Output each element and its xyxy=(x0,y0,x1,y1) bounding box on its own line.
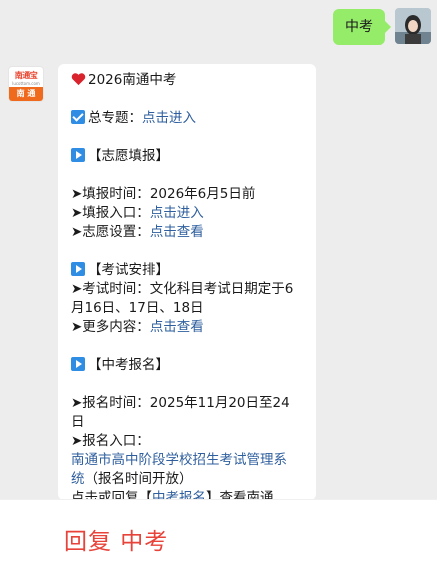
topic-line: 总专题：点击进入 xyxy=(71,109,308,128)
section-heading: 【考试安排】 xyxy=(71,261,308,280)
bot-message-bubble: 2026南通中考 总专题：点击进入 【志愿填报】 ➤填报时间：2026年6月5日… xyxy=(58,64,316,500)
fill-entry-line: ➤填报入口：点击进入 xyxy=(71,205,204,221)
bot-avatar[interactable]: 南通宝 lucottom.com 南 通 xyxy=(8,66,44,102)
register-time-line-cont: 日 xyxy=(71,414,85,430)
topic-link[interactable]: 点击进入 xyxy=(142,110,196,126)
system-link-cont[interactable]: 统 xyxy=(71,471,85,487)
check-icon xyxy=(71,110,85,124)
play-icon xyxy=(71,148,85,162)
bot-avatar-city: 南 通 xyxy=(9,87,43,101)
section-heading: 【中考报名】 xyxy=(71,356,308,375)
register-entry-line: ➤报名入口： xyxy=(71,433,150,449)
settings-line: ➤志愿设置：点击查看 xyxy=(71,224,204,240)
play-icon xyxy=(71,262,85,276)
user-message-bubble[interactable]: 中考 xyxy=(333,9,391,45)
system-note: （报名时间开放） xyxy=(84,471,193,487)
user-avatar-image xyxy=(395,8,431,44)
message-title: 2026南通中考 xyxy=(88,72,177,88)
fill-entry-link[interactable]: 点击进入 xyxy=(150,205,204,221)
topic-label: 总专题： xyxy=(88,110,142,126)
heart-icon xyxy=(71,73,86,86)
settings-link[interactable]: 点击查看 xyxy=(150,224,204,240)
play-icon xyxy=(71,357,85,371)
register-time-line: ➤报名时间：2025年11月20日至24 xyxy=(71,395,290,411)
exam-time-line: ➤考试时间：文化科目考试日期定于6 xyxy=(71,281,294,297)
bot-avatar-url: lucottom.com xyxy=(12,81,40,86)
bottom-reply-text: 回复 中考 xyxy=(64,529,169,555)
system-link[interactable]: 南通市高中阶段学校招生考试管理系 xyxy=(71,451,308,470)
bottom-bar[interactable]: 回复 中考 xyxy=(0,499,437,567)
message-title-line: 2026南通中考 xyxy=(71,71,308,90)
bot-avatar-logo: 南通宝 xyxy=(14,71,38,80)
more-content-link[interactable]: 点击查看 xyxy=(150,319,204,335)
fill-time-line: ➤填报时间：2026年6月5日前 xyxy=(71,186,256,202)
user-message-row: 中考 xyxy=(333,8,431,45)
more-content-line: ➤更多内容：点击查看 xyxy=(71,319,204,335)
exam-time-line-cont: 月16日、17日、18日 xyxy=(71,300,204,316)
user-avatar[interactable] xyxy=(395,8,431,44)
system-link-line-cont: 统（报名时间开放） xyxy=(71,470,308,489)
section-heading: 【志愿填报】 xyxy=(71,147,308,166)
